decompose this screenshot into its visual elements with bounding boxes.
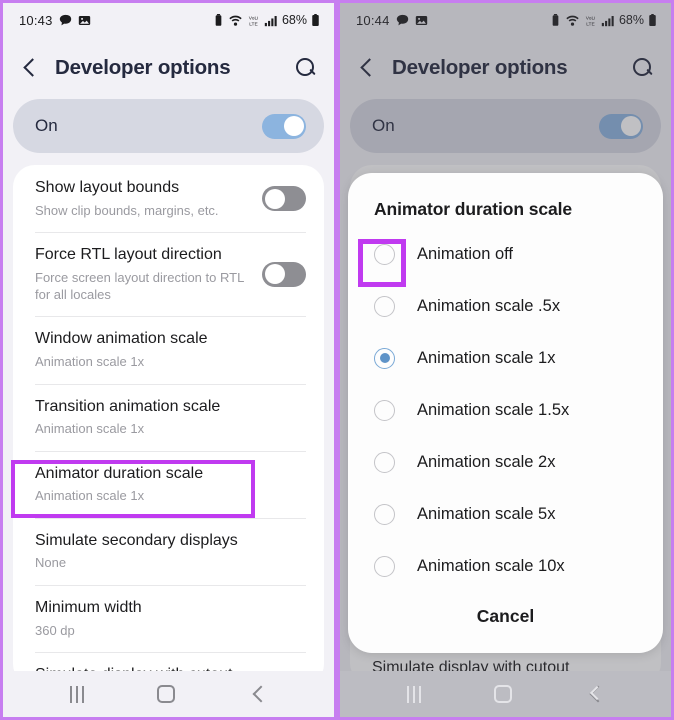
setting-text: Animator duration scale Animation scale … [35, 464, 306, 505]
setting-text: Force RTL layout direction Force screen … [35, 245, 262, 303]
battery-percent: 68% [281, 13, 307, 27]
radio-animation-off[interactable] [374, 243, 395, 265]
option-label: Animation scale 1x [417, 348, 556, 367]
option-label: Animation scale 5x [417, 504, 556, 523]
master-switch-toggle[interactable] [262, 113, 306, 139]
setting-row-animator-duration-scale[interactable]: Animator duration scale Animation scale … [13, 450, 324, 518]
setting-text: Show layout bounds Show clip bounds, mar… [35, 178, 262, 219]
cancel-button[interactable]: Cancel [348, 592, 663, 645]
option-label: Animation scale .5x [417, 296, 561, 315]
page-title: Developer options [55, 56, 231, 79]
wifi-calling-icon [229, 15, 242, 26]
option-row-animation-off[interactable]: Animation off [348, 228, 663, 280]
force-rtl-toggle[interactable] [262, 261, 306, 287]
setting-row-show-layout-bounds[interactable]: Show layout bounds Show clip bounds, mar… [13, 165, 324, 232]
option-row-animation-scale-5x[interactable]: Animation scale 5x [348, 488, 663, 540]
setting-title: Animator duration scale [35, 464, 204, 482]
radio-animation-scale-10x[interactable] [374, 555, 395, 577]
setting-text: Minimum width 360 dp [35, 598, 306, 639]
volte-icon: VoLiLTE [249, 15, 259, 27]
back-icon[interactable] [249, 685, 267, 703]
screenshot-stage: 10:43 VoLi LTE 68% Developer options On … [0, 0, 674, 720]
option-label: Animation scale 10x [417, 556, 565, 575]
developer-options-master-switch-row[interactable]: On [13, 99, 324, 153]
radio-animation-scale-05x[interactable] [374, 295, 395, 317]
search-icon[interactable] [292, 55, 318, 81]
setting-row-transition-animation-scale[interactable]: Transition animation scale Animation sca… [13, 383, 324, 451]
chat-bubble-icon [59, 14, 71, 25]
option-label: Animation scale 1.5x [417, 400, 570, 419]
recents-icon[interactable] [406, 685, 421, 703]
radio-animation-scale-5x[interactable] [374, 503, 395, 525]
left-panel-content: 10:43 VoLi LTE 68% Developer options On … [3, 3, 334, 717]
right-phone-panel: 10:44 VoLi LTE 68% Developer options On … [337, 0, 674, 720]
android-nav-bar [340, 671, 671, 717]
right-panel-content: 10:44 VoLi LTE 68% Developer options On … [340, 3, 671, 717]
photo-icon [78, 15, 90, 25]
setting-text: Window animation scale Animation scale 1… [35, 329, 306, 370]
svg-text:LTE: LTE [249, 21, 258, 27]
option-row-animation-scale-15x[interactable]: Animation scale 1.5x [348, 384, 663, 436]
status-time: 10:43 [19, 12, 53, 28]
option-row-animation-scale-1x[interactable]: Animation scale 1x [348, 332, 663, 384]
status-bar-left: 10:43 [19, 13, 91, 28]
option-label: Animation scale 2x [417, 452, 556, 471]
back-chevron-icon[interactable] [17, 55, 43, 81]
option-row-animation-scale-2x[interactable]: Animation scale 2x [348, 436, 663, 488]
setting-subtitle: Animation scale 1x [35, 354, 145, 370]
setting-title: Minimum width [35, 598, 142, 616]
option-label: Animation off [417, 244, 514, 263]
setting-row-simulate-secondary-displays[interactable]: Simulate secondary displays None [13, 517, 324, 585]
setting-subtitle: Show clip bounds, margins, etc. [35, 202, 219, 218]
status-bar-right: VoLi LTE 68% [213, 13, 320, 27]
show-layout-bounds-toggle[interactable] [262, 186, 306, 212]
home-icon[interactable] [157, 685, 176, 703]
battery-icon [312, 13, 319, 26]
setting-row-window-animation-scale[interactable]: Window animation scale Animation scale 1… [13, 316, 324, 383]
app-bar: Developer options [3, 37, 334, 99]
setting-text: Simulate secondary displays None [35, 531, 306, 572]
setting-row-force-rtl[interactable]: Force RTL layout direction Force screen … [13, 232, 324, 316]
setting-row-minimum-width[interactable]: Minimum width 360 dp [13, 584, 324, 652]
radio-animation-scale-2x[interactable] [374, 451, 395, 473]
settings-card: Show layout bounds Show clip bounds, mar… [13, 165, 324, 686]
setting-subtitle: None [35, 555, 67, 571]
setting-subtitle: 360 dp [35, 622, 75, 638]
setting-title: Window animation scale [35, 330, 208, 348]
alarm-icon [215, 13, 222, 26]
setting-title: Force RTL layout direction [35, 246, 222, 264]
setting-title: Transition animation scale [35, 397, 221, 415]
option-row-animation-scale-05x[interactable]: Animation scale .5x [348, 280, 663, 332]
setting-text: Transition animation scale Animation sca… [35, 397, 306, 438]
animator-duration-scale-dialog: Animator duration scale Animation off An… [348, 173, 663, 653]
status-bar: 10:43 VoLi LTE 68% [3, 3, 334, 37]
toggle-knob [264, 264, 285, 285]
option-row-animation-scale-10x[interactable]: Animation scale 10x [348, 540, 663, 592]
dialog-title: Animator duration scale [374, 199, 573, 219]
signal-bars-icon [264, 15, 277, 26]
toggle-knob [264, 188, 285, 209]
left-phone-panel: 10:43 VoLi LTE 68% Developer options On … [0, 0, 337, 720]
toggle-knob [283, 116, 304, 136]
radio-animation-scale-1x[interactable] [374, 347, 395, 369]
home-icon[interactable] [494, 685, 513, 703]
recents-icon[interactable] [69, 685, 84, 703]
setting-subtitle: Force screen layout direction to RTL for… [35, 269, 244, 303]
setting-subtitle: Animation scale 1x [35, 488, 145, 504]
master-switch-label: On [35, 116, 58, 135]
setting-title: Show layout bounds [35, 179, 180, 196]
setting-title: Simulate secondary displays [35, 531, 238, 549]
back-icon[interactable] [586, 685, 605, 703]
android-nav-bar [3, 671, 334, 717]
radio-animation-scale-15x[interactable] [374, 399, 395, 421]
svg-text:VoLi: VoLi [249, 15, 258, 21]
setting-subtitle: Animation scale 1x [35, 421, 145, 437]
